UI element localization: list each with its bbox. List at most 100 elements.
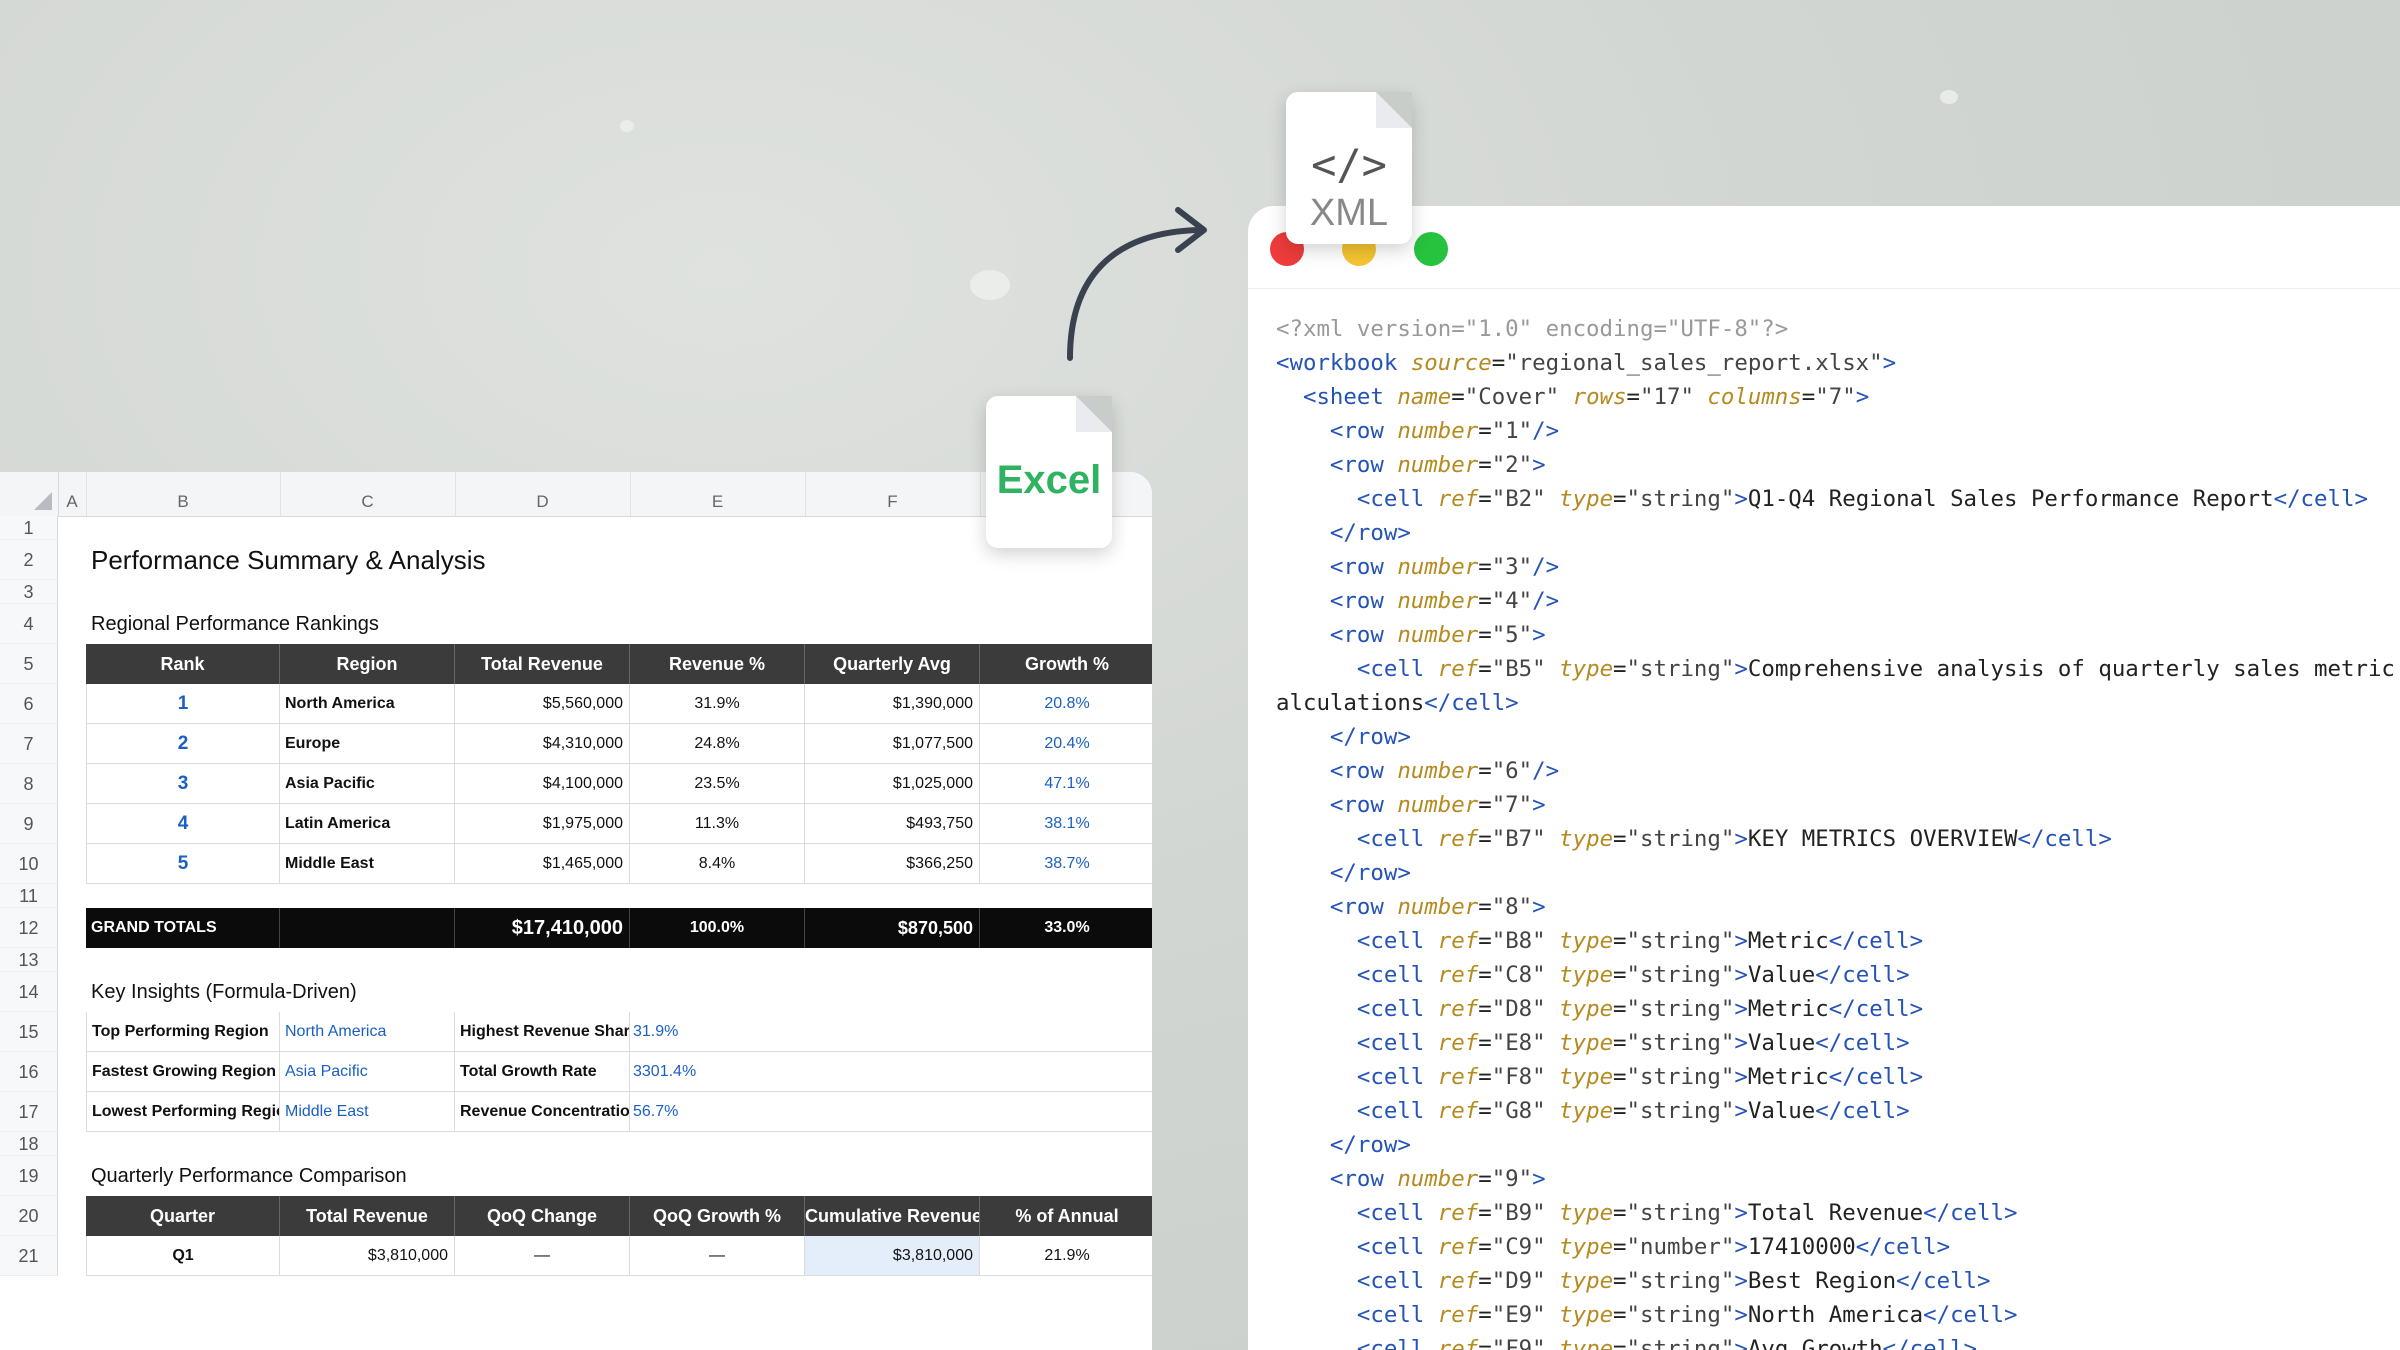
quarterly-header-cell[interactable]: % of Annual	[980, 1196, 1152, 1236]
quarter-cell[interactable]: Q1	[86, 1236, 280, 1276]
column-header-d[interactable]: D	[455, 472, 631, 516]
row-header-16[interactable]: 16	[0, 1052, 58, 1092]
growth-cell[interactable]: 47.1%	[980, 764, 1152, 804]
column-header-e[interactable]: E	[630, 472, 806, 516]
revenue-cell[interactable]: $4,100,000	[455, 764, 630, 804]
column-header-a[interactable]: A	[58, 472, 87, 516]
insight-label[interactable]: Highest Revenue Share	[455, 1012, 630, 1052]
xml-token-tag: </cell>	[1815, 1098, 1910, 1124]
row-header-8[interactable]: 8	[0, 764, 58, 804]
rankings-header-cell[interactable]: Total Revenue	[455, 644, 630, 684]
quarterly-avg-cell[interactable]: $1,077,500	[805, 724, 980, 764]
revenue-pct-cell[interactable]: 23.5%	[630, 764, 805, 804]
insight-value[interactable]: Asia Pacific	[280, 1052, 455, 1092]
row-header-9[interactable]: 9	[0, 804, 58, 844]
row-header-2[interactable]: 2	[0, 540, 58, 580]
insights-title[interactable]: Key Insights (Formula-Driven)	[86, 972, 805, 1012]
row-header-21[interactable]: 21	[0, 1236, 58, 1276]
insight-label[interactable]: Revenue Concentration	[455, 1092, 630, 1132]
qoq-change-cell[interactable]: —	[455, 1236, 630, 1276]
quarterly-title[interactable]: Quarterly Performance Comparison	[86, 1156, 805, 1196]
revenue-cell[interactable]: $1,465,000	[455, 844, 630, 884]
column-header-c[interactable]: C	[280, 472, 456, 516]
growth-cell[interactable]: 38.7%	[980, 844, 1152, 884]
rank-cell[interactable]: 2	[86, 724, 280, 764]
sheet-title[interactable]: Performance Summary & Analysis	[86, 540, 805, 580]
insight-label[interactable]: Lowest Performing Region	[86, 1092, 280, 1132]
insight-value[interactable]: 31.9%	[630, 1012, 1152, 1052]
rank-cell[interactable]: 1	[86, 684, 280, 724]
row-header-14[interactable]: 14	[0, 972, 58, 1012]
quarter-revenue-cell[interactable]: $3,810,000	[280, 1236, 455, 1276]
row-header-1[interactable]: 1	[0, 516, 58, 540]
rank-cell[interactable]: 3	[86, 764, 280, 804]
insight-value[interactable]: 56.7%	[630, 1092, 1152, 1132]
rankings-header-cell[interactable]: Quarterly Avg	[805, 644, 980, 684]
row-header-13[interactable]: 13	[0, 948, 58, 972]
revenue-pct-cell[interactable]: 11.3%	[630, 804, 805, 844]
revenue-pct-cell[interactable]: 8.4%	[630, 844, 805, 884]
column-header-f[interactable]: F	[805, 472, 981, 516]
quarterly-avg-cell[interactable]: $1,390,000	[805, 684, 980, 724]
rankings-header-cell[interactable]: Growth %	[980, 644, 1152, 684]
rankings-title[interactable]: Regional Performance Rankings	[86, 604, 805, 644]
region-cell[interactable]: Europe	[280, 724, 455, 764]
rankings-header-cell[interactable]: Region	[280, 644, 455, 684]
quarterly-header-cell[interactable]: Quarter	[86, 1196, 280, 1236]
row-header-6[interactable]: 6	[0, 684, 58, 724]
insight-value[interactable]: Middle East	[280, 1092, 455, 1132]
quarterly-avg-cell[interactable]: $493,750	[805, 804, 980, 844]
grand-totals-pct[interactable]: 100.0%	[630, 908, 805, 948]
quarterly-avg-cell[interactable]: $366,250	[805, 844, 980, 884]
row-header-18[interactable]: 18	[0, 1132, 58, 1156]
select-all-corner[interactable]	[0, 472, 59, 516]
revenue-cell[interactable]: $4,310,000	[455, 724, 630, 764]
insight-label[interactable]: Total Growth Rate	[455, 1052, 630, 1092]
row-header-7[interactable]: 7	[0, 724, 58, 764]
growth-cell[interactable]: 20.4%	[980, 724, 1152, 764]
grand-totals-label[interactable]: GRAND TOTALS	[86, 908, 280, 948]
row-header-19[interactable]: 19	[0, 1156, 58, 1196]
quarterly-header-cell[interactable]: QoQ Growth %	[630, 1196, 805, 1236]
row-header-15[interactable]: 15	[0, 1012, 58, 1052]
growth-cell[interactable]: 20.8%	[980, 684, 1152, 724]
revenue-pct-cell[interactable]: 31.9%	[630, 684, 805, 724]
region-cell[interactable]: Latin America	[280, 804, 455, 844]
annual-pct-cell[interactable]: 21.9%	[980, 1236, 1152, 1276]
row-header-3[interactable]: 3	[0, 580, 58, 604]
quarterly-avg-cell[interactable]: $1,025,000	[805, 764, 980, 804]
column-header-b[interactable]: B	[86, 472, 281, 516]
grand-totals-empty[interactable]	[280, 908, 455, 948]
insight-value[interactable]: 3301.4%	[630, 1052, 1152, 1092]
insight-value[interactable]: North America	[280, 1012, 455, 1052]
revenue-cell[interactable]: $5,560,000	[455, 684, 630, 724]
row-header-5[interactable]: 5	[0, 644, 58, 684]
grand-totals-avg[interactable]: $870,500	[805, 908, 980, 948]
revenue-pct-cell[interactable]: 24.8%	[630, 724, 805, 764]
quarterly-header-cell[interactable]: Total Revenue	[280, 1196, 455, 1236]
row-header-12[interactable]: 12	[0, 908, 58, 948]
quarterly-header-cell[interactable]: QoQ Change	[455, 1196, 630, 1236]
maximize-window-button[interactable]	[1414, 232, 1448, 266]
row-header-20[interactable]: 20	[0, 1196, 58, 1236]
rank-cell[interactable]: 4	[86, 804, 280, 844]
quarterly-header-cell[interactable]: Cumulative Revenue	[805, 1196, 980, 1236]
region-cell[interactable]: Middle East	[280, 844, 455, 884]
region-cell[interactable]: Asia Pacific	[280, 764, 455, 804]
growth-cell[interactable]: 38.1%	[980, 804, 1152, 844]
row-header-11[interactable]: 11	[0, 884, 58, 908]
row-header-17[interactable]: 17	[0, 1092, 58, 1132]
row-header-4[interactable]: 4	[0, 604, 58, 644]
qoq-growth-cell[interactable]: —	[630, 1236, 805, 1276]
insight-label[interactable]: Top Performing Region	[86, 1012, 280, 1052]
rank-cell[interactable]: 5	[86, 844, 280, 884]
region-cell[interactable]: North America	[280, 684, 455, 724]
grand-totals-revenue[interactable]: $17,410,000	[455, 908, 630, 948]
revenue-cell[interactable]: $1,975,000	[455, 804, 630, 844]
cumulative-revenue-cell[interactable]: $3,810,000	[805, 1236, 980, 1276]
row-header-10[interactable]: 10	[0, 844, 58, 884]
rankings-header-cell[interactable]: Revenue %	[630, 644, 805, 684]
insight-label[interactable]: Fastest Growing Region	[86, 1052, 280, 1092]
rankings-header-cell[interactable]: Rank	[86, 644, 280, 684]
grand-totals-growth[interactable]: 33.0%	[980, 908, 1152, 948]
